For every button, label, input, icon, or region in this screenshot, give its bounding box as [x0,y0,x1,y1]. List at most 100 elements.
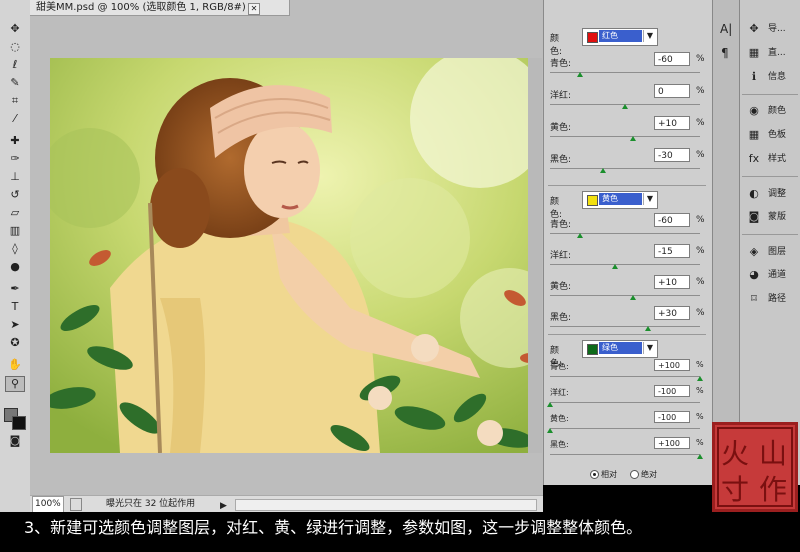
eraser-tool-icon[interactable]: ▱ [6,206,24,220]
document-canvas-image[interactable] [50,58,542,453]
slider-thumb[interactable] [697,454,703,459]
marquee-tool-icon[interactable]: ◌ [6,40,24,54]
hand-tool-icon[interactable]: ✋ [6,358,24,372]
slider-thumb[interactable] [547,402,553,407]
dock-item-swatches[interactable]: ▦ 色板 [740,124,800,146]
dock-item-color[interactable]: ◉ 颜色 [740,100,800,122]
slider-value-input[interactable]: +30 [654,306,690,320]
slider-thumb[interactable] [599,168,606,173]
brush-tool-icon[interactable]: ✑ [6,152,24,166]
slider-row: 黑色: +100 % [550,437,706,463]
color-icon: ◉ [749,104,759,117]
channels-icon: ◕ [749,268,759,281]
slider-track[interactable] [550,402,700,403]
slider-value-input[interactable]: +10 [654,116,690,130]
dock-item-info[interactable]: ℹ 信息 [740,66,800,88]
slider-track[interactable] [550,454,700,455]
chevron-down-icon[interactable]: ▼ [643,30,656,42]
slider-track[interactable] [550,136,700,137]
shape-tool-icon[interactable]: ✪ [6,336,24,350]
dodge-tool-icon[interactable]: ● [6,260,24,274]
percent-label: % [696,386,704,395]
gradient-tool-icon[interactable]: ▥ [6,224,24,238]
dock-item-adjustments[interactable]: ◐ 调整 [740,183,800,205]
artist-seal-stamp: 火 山 寸 作 [712,422,798,512]
slider-thumb[interactable] [629,136,636,141]
percent-label: % [696,215,705,225]
slider-track[interactable] [550,264,700,265]
dock-item-paths[interactable]: ⌑ 路径 [740,288,800,310]
slider-value-input[interactable]: 0 [654,84,690,98]
slider-thumb[interactable] [697,376,703,381]
dock-item-masks[interactable]: ◙ 蒙版 [740,206,800,228]
eyedropper-tool-icon[interactable]: ⁄ [6,112,24,126]
dock-item-histogram[interactable]: ▦ 直... [740,42,800,64]
clone-stamp-tool-icon[interactable]: ⊥ [6,170,24,184]
color-selector-dropdown[interactable]: 绿色 ▼ [582,340,658,358]
slider-thumb[interactable] [622,104,628,109]
radio-selected-icon[interactable] [590,470,599,479]
radio-unselected-icon[interactable] [630,470,639,479]
slider-track[interactable] [550,233,700,234]
character-icon[interactable]: A| [720,22,732,36]
color-selector-value: 红色 [599,30,642,42]
slider-label: 青色: [550,362,569,371]
slider-row: 洋红: 0 % [550,84,706,114]
color-selector-dropdown[interactable]: 红色 ▼ [582,28,658,46]
quick-mask-icon[interactable]: ◙ [6,434,24,448]
document-title: 甜美MM.psd @ 100% (选取颜色 1, RGB/8#) * [36,2,255,13]
zoom-level-field[interactable]: 100% [32,496,64,513]
slider-value-input[interactable]: -60 [654,52,690,66]
slider-thumb[interactable] [577,72,583,77]
dock-item-label: 路径 [768,294,787,304]
svg-text:火: 火 [721,437,749,470]
slider-value-input[interactable]: -60 [654,213,690,227]
blur-tool-icon[interactable]: ◊ [6,242,24,256]
slider-value-input[interactable]: -100 [654,385,690,397]
slider-thumb[interactable] [547,428,553,433]
dock-item-layers[interactable]: ◈ 图层 [740,241,800,263]
pen-tool-icon[interactable]: ✒ [6,282,24,296]
type-tool-icon[interactable]: T [6,300,24,314]
slider-track[interactable] [550,168,700,169]
close-document-icon[interactable]: ✕ [248,3,260,15]
slider-track[interactable] [550,376,700,377]
paragraph-icon[interactable]: ¶ [721,46,729,60]
slider-track[interactable] [550,295,700,296]
quick-select-tool-icon[interactable]: ✎ [6,76,24,90]
slider-value-input[interactable]: +100 [654,359,690,371]
slider-value-input[interactable]: -15 [654,244,690,258]
slider-value-input[interactable]: -100 [654,411,690,423]
slider-thumb[interactable] [611,264,618,269]
crop-tool-icon[interactable]: ⌗ [6,94,24,108]
slider-value-input[interactable]: +10 [654,275,690,289]
slider-track[interactable] [550,72,700,73]
status-menu-icon[interactable] [70,498,82,511]
percent-label: % [696,277,705,287]
mode-relative-radio[interactable]: 相对 [590,469,617,480]
background-color-swatch[interactable] [12,416,26,430]
slider-label: 洋红: [550,251,572,261]
slider-thumb[interactable] [629,295,636,300]
move-tool-icon[interactable]: ✥ [6,22,24,36]
horizontal-scrollbar[interactable] [235,499,537,511]
slider-thumb[interactable] [577,233,583,238]
path-select-tool-icon[interactable]: ➤ [6,318,24,332]
color-selector-dropdown[interactable]: 黄色 ▼ [582,191,658,209]
dock-item-channels[interactable]: ◕ 通道 [740,264,800,286]
slider-track[interactable] [550,428,700,429]
healing-brush-tool-icon[interactable]: ✚ [6,134,24,148]
svg-text:山: 山 [759,437,787,470]
slider-value-input[interactable]: +100 [654,437,690,449]
chevron-down-icon[interactable]: ▼ [643,342,656,354]
lasso-tool-icon[interactable]: ℓ [6,58,24,72]
mode-absolute-radio[interactable]: 绝对 [630,469,657,480]
dock-item-navigator[interactable]: ✥ 导... [740,18,800,40]
dock-item-styles[interactable]: fx 样式 [740,148,800,170]
slider-track[interactable] [550,326,700,327]
chevron-down-icon[interactable]: ▼ [643,193,656,205]
slider-value-input[interactable]: -30 [654,148,690,162]
slider-thumb[interactable] [644,326,651,331]
zoom-tool-icon[interactable]: ⚲ [5,376,25,392]
history-brush-tool-icon[interactable]: ↺ [6,188,24,202]
